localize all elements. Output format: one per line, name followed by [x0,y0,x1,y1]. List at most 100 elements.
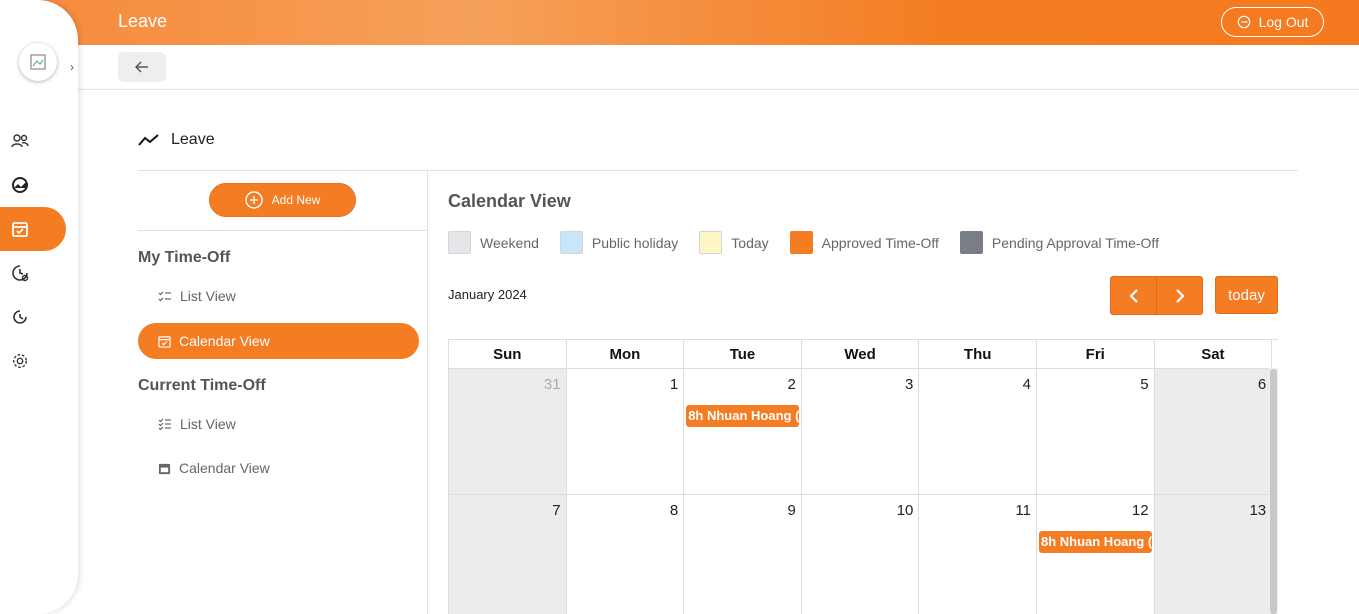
prev-month-button[interactable] [1111,277,1156,314]
calendar-day-cell[interactable]: 8 [567,495,685,614]
calendar-day-cell[interactable]: 7 [449,495,567,614]
calendar-day-cell[interactable]: 5 [1036,369,1155,495]
legend-swatch [559,231,583,254]
legend-label: Pending Approval Time-Off [991,234,1159,251]
calendar-day-cell[interactable]: 13 [1154,495,1273,614]
calendar-nav-group [1110,276,1203,315]
month-label: January 2024 [448,287,527,302]
gear-icon[interactable] [10,351,30,371]
calendar-grid: Sun Mon Tue Wed Thu Fri Sat 31 1 2 8h Nhuan Hoang… [448,339,1278,614]
legend-label: Weekend [480,234,539,251]
menu-item-label: Calendar View [179,460,270,476]
day-number[interactable]: 11 [1015,502,1031,519]
day-number[interactable]: 12 [1132,502,1149,519]
chevron-left-icon [1128,288,1138,303]
day-of-week-fri: Fri [1036,340,1155,369]
page-title-text: Leave [171,131,215,148]
back-button[interactable] [118,52,166,82]
divider [138,230,427,231]
day-number[interactable]: 8 [670,502,678,519]
day-number[interactable]: 13 [1249,502,1266,519]
calendar-day-cell[interactable]: 10 [802,495,920,614]
calendar-day-cell[interactable]: 11 [919,495,1037,614]
section-current-time-off: Current Time-Off [138,377,266,394]
divider [138,170,1298,171]
legend-swatch [959,231,983,254]
arrow-left-icon [135,61,148,73]
day-number[interactable]: 6 [1258,376,1266,393]
dashboard-icon[interactable] [10,175,30,195]
legend-label: Approved Time-Off [821,234,939,251]
calendar-legend: Weekend Public holiday Today Approved Time-… [448,231,1180,254]
calendar-day-cell[interactable]: 31 [449,369,567,495]
day-number[interactable]: 2 [787,376,795,393]
top-header: Leave Log Out [0,0,1359,45]
current-time-off-calendar-view[interactable]: Calendar View [158,460,270,476]
calendar-day-cell[interactable]: 6 [1154,369,1273,495]
legend-item: Today [699,231,769,254]
add-new-label: Add New [271,193,321,207]
day-of-week-sat: Sat [1154,340,1273,369]
sidebar-expand-chevron-icon[interactable]: › [70,60,74,74]
broken-image-icon [30,54,46,70]
calendar-day-cell[interactable]: 3 [801,369,920,495]
calendar-scrollbar-thumb[interactable] [1270,369,1277,614]
checklist-icon [158,418,171,430]
day-number[interactable]: 9 [787,502,795,519]
logout-button[interactable]: Log Out [1221,7,1324,37]
next-month-button[interactable] [1156,277,1202,314]
my-time-off-calendar-view[interactable]: Calendar View [138,323,419,359]
day-of-week-mon: Mon [566,340,685,369]
my-time-off-list-view[interactable]: List View [158,288,236,304]
legend-item: Weekend [448,231,539,254]
current-time-off-list-view[interactable]: List View [158,416,236,432]
calendar-day-cell[interactable]: 12 8h Nhuan Hoang ( [1037,495,1155,614]
time-off-event[interactable]: 8h Nhuan Hoang ( [1038,531,1152,553]
logout-label: Log Out [1258,14,1309,30]
checklist-icon [158,291,171,302]
sub-toolbar [78,45,1359,90]
day-of-week-thu: Thu [919,340,1037,369]
avatar[interactable] [19,43,57,81]
today-button[interactable]: today [1215,276,1278,314]
time-off-event[interactable]: 8h Nhuan Hoang ( [686,405,799,427]
legend-item: Public holiday [559,231,679,254]
trend-line-icon [138,134,159,146]
calendar-day-cell[interactable]: 4 [919,369,1037,495]
calendar-icon [158,463,171,474]
day-of-week-sun: Sun [449,340,567,369]
calendar-check-icon[interactable] [10,219,30,239]
day-number[interactable]: 3 [905,376,913,393]
day-number[interactable]: 7 [552,502,560,519]
calendar-day-cell[interactable]: 9 [684,495,802,614]
calendar-title: Calendar View [448,191,571,211]
header-title: Leave [118,11,168,31]
day-number[interactable]: 10 [897,502,914,519]
add-new-button[interactable]: Add New [209,183,356,217]
legend-label: Today [731,234,769,251]
calendar-check-icon [158,335,171,348]
day-of-week-tue: Tue [684,340,802,369]
left-nav-sidebar [0,0,78,614]
people-icon[interactable] [10,131,30,151]
menu-item-label: List View [180,416,236,432]
legend-label: Public holiday [591,234,679,251]
legend-item: Approved Time-Off [789,231,939,254]
section-my-time-off: My Time-Off [138,249,231,266]
legend-swatch [448,231,471,254]
history-settings-icon[interactable] [10,263,30,283]
day-number[interactable]: 4 [1023,376,1031,393]
day-number[interactable]: 31 [544,376,561,393]
day-number[interactable]: 1 [670,376,678,393]
calendar-day-cell[interactable]: 2 8h Nhuan Hoang ( [684,369,802,495]
logout-icon [1237,15,1250,29]
calendar-week-row: 7 8 9 10 11 12 8h Nhuan Hoang ( 13 [449,495,1278,614]
legend-swatch [699,231,723,254]
calendar-day-cell[interactable]: 1 [566,369,685,495]
divider [427,171,428,614]
chevron-right-icon [1175,288,1185,303]
menu-item-label: List View [180,288,236,304]
clock-history-icon[interactable] [10,307,30,327]
day-number[interactable]: 5 [1140,376,1148,393]
calendar-week-row: 31 1 2 8h Nhuan Hoang ( 3 4 5 6 [449,369,1278,495]
